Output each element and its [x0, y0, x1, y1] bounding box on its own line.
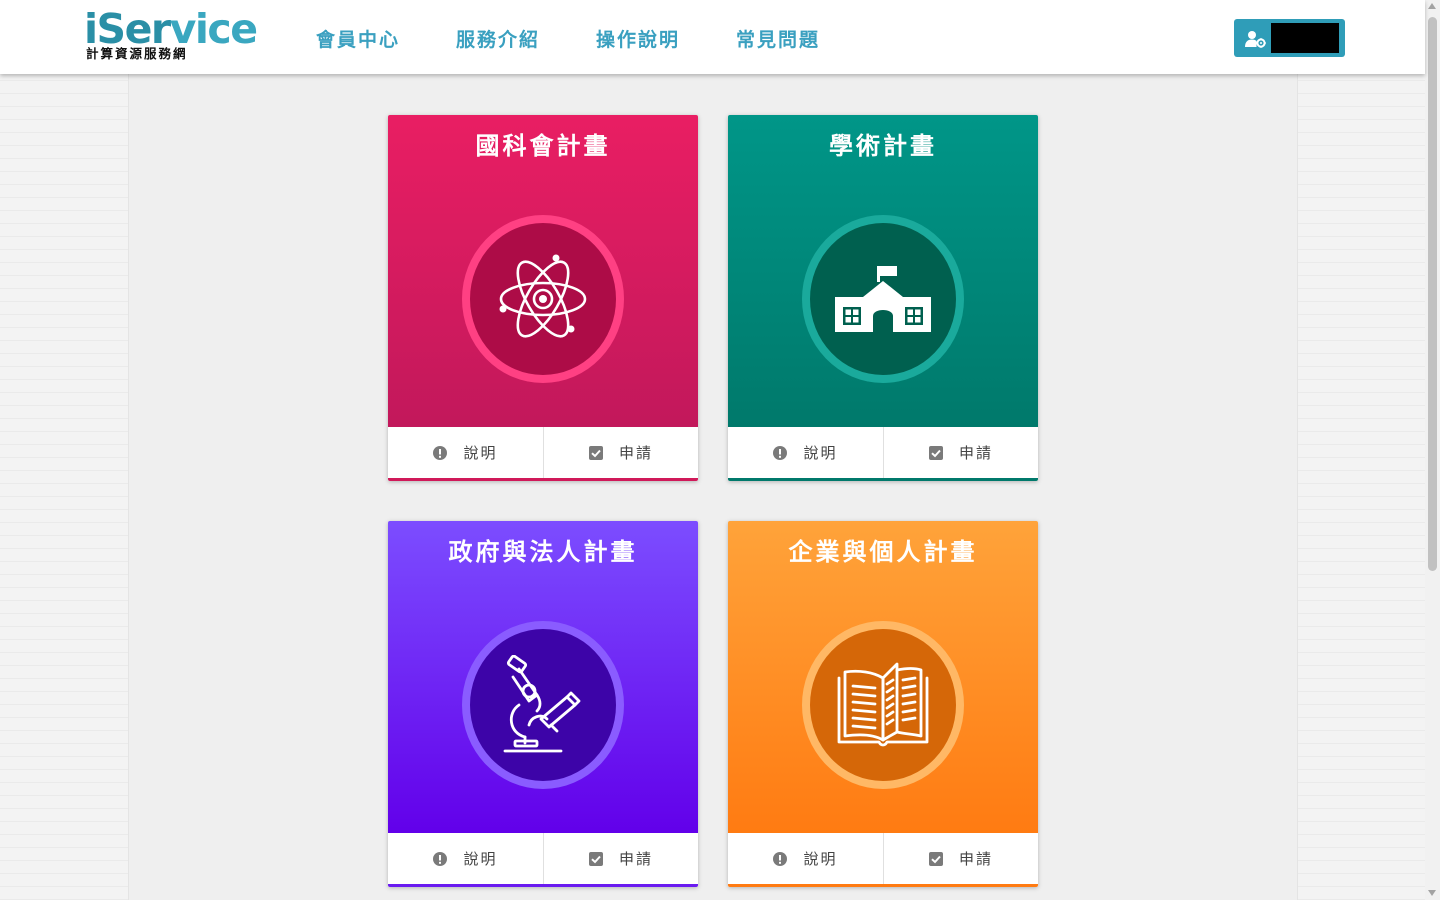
info-label: 說明 [463, 850, 498, 868]
card-actions: 說明 申請 [388, 427, 698, 481]
info-label: 說明 [463, 444, 498, 462]
apply-button[interactable]: 申請 [543, 833, 698, 884]
info-label: 說明 [803, 444, 838, 462]
atom-icon [499, 254, 587, 338]
nav-instructions[interactable]: 操作說明 [596, 27, 680, 53]
card-title: 國科會計畫 [475, 132, 611, 160]
card-enterprise-project: 企業與個人計畫 說明 申請 [728, 521, 1038, 887]
info-button[interactable]: 說明 [388, 427, 543, 478]
nav-member-center[interactable]: 會員中心 [316, 27, 400, 53]
info-button[interactable]: 說明 [388, 833, 543, 884]
apply-button[interactable]: 申請 [543, 427, 698, 478]
apply-label: 申請 [958, 850, 993, 868]
card-nstc-project: 國科會計畫 說明 申請 [388, 115, 698, 481]
check-square-icon [588, 445, 603, 460]
apply-button[interactable]: 申請 [883, 833, 1038, 884]
user-account-button[interactable] [1234, 19, 1345, 57]
scroll-thumb[interactable] [1428, 17, 1437, 571]
card-actions: 說明 申請 [388, 833, 698, 887]
nav-faq[interactable]: 常見問題 [736, 27, 820, 53]
card-icon-button[interactable] [802, 621, 964, 789]
card-title: 學術計畫 [829, 132, 937, 160]
card-title: 企業與個人計畫 [788, 538, 978, 566]
user-name-redacted [1271, 23, 1339, 53]
exclamation-circle-icon [433, 851, 448, 866]
card-title: 政府與法人計畫 [448, 538, 638, 566]
open-book-icon [837, 662, 929, 747]
school-icon [835, 266, 931, 332]
card-header: 學術計畫 [728, 115, 1038, 427]
card-header: 企業與個人計畫 [728, 521, 1038, 833]
top-header: iService 計算資源服務網 會員中心 服務介紹 操作說明 常見問題 [0, 0, 1425, 74]
card-actions: 說明 申請 [728, 833, 1038, 887]
exclamation-circle-icon [773, 445, 788, 460]
info-button[interactable]: 說明 [728, 833, 883, 884]
card-icon-button[interactable] [802, 215, 964, 383]
content-panel [128, 74, 1298, 900]
card-academic-project: 學術計畫 說明 申請 [728, 115, 1038, 481]
nav-service-intro[interactable]: 服務介紹 [456, 27, 540, 53]
main-nav: 會員中心 服務介紹 操作說明 常見問題 [316, 27, 876, 53]
microscope-icon [503, 655, 581, 753]
apply-label: 申請 [618, 850, 653, 868]
card-actions: 說明 申請 [728, 427, 1038, 481]
card-icon-button[interactable] [462, 621, 624, 789]
info-button[interactable]: 說明 [728, 427, 883, 478]
exclamation-circle-icon [433, 445, 448, 460]
card-government-project: 政府與法人計畫 說明 申請 [388, 521, 698, 887]
check-square-icon [928, 851, 943, 866]
apply-label: 申請 [618, 444, 653, 462]
scroll-up-arrow-icon[interactable] [1428, 3, 1436, 9]
card-header: 政府與法人計畫 [388, 521, 698, 833]
scroll-down-arrow-icon[interactable] [1428, 890, 1436, 896]
check-square-icon [928, 445, 943, 460]
info-label: 說明 [803, 850, 838, 868]
user-gear-icon [1245, 31, 1266, 48]
card-icon-button[interactable] [462, 215, 624, 383]
exclamation-circle-icon [773, 851, 788, 866]
iservice-logo[interactable]: iService 計算資源服務網 [84, 6, 258, 66]
page-scrollbar[interactable] [1425, 0, 1440, 900]
logo-subtitle: 計算資源服務網 [86, 46, 188, 61]
apply-button[interactable]: 申請 [883, 427, 1038, 478]
card-header: 國科會計畫 [388, 115, 698, 427]
apply-label: 申請 [958, 444, 993, 462]
check-square-icon [588, 851, 603, 866]
